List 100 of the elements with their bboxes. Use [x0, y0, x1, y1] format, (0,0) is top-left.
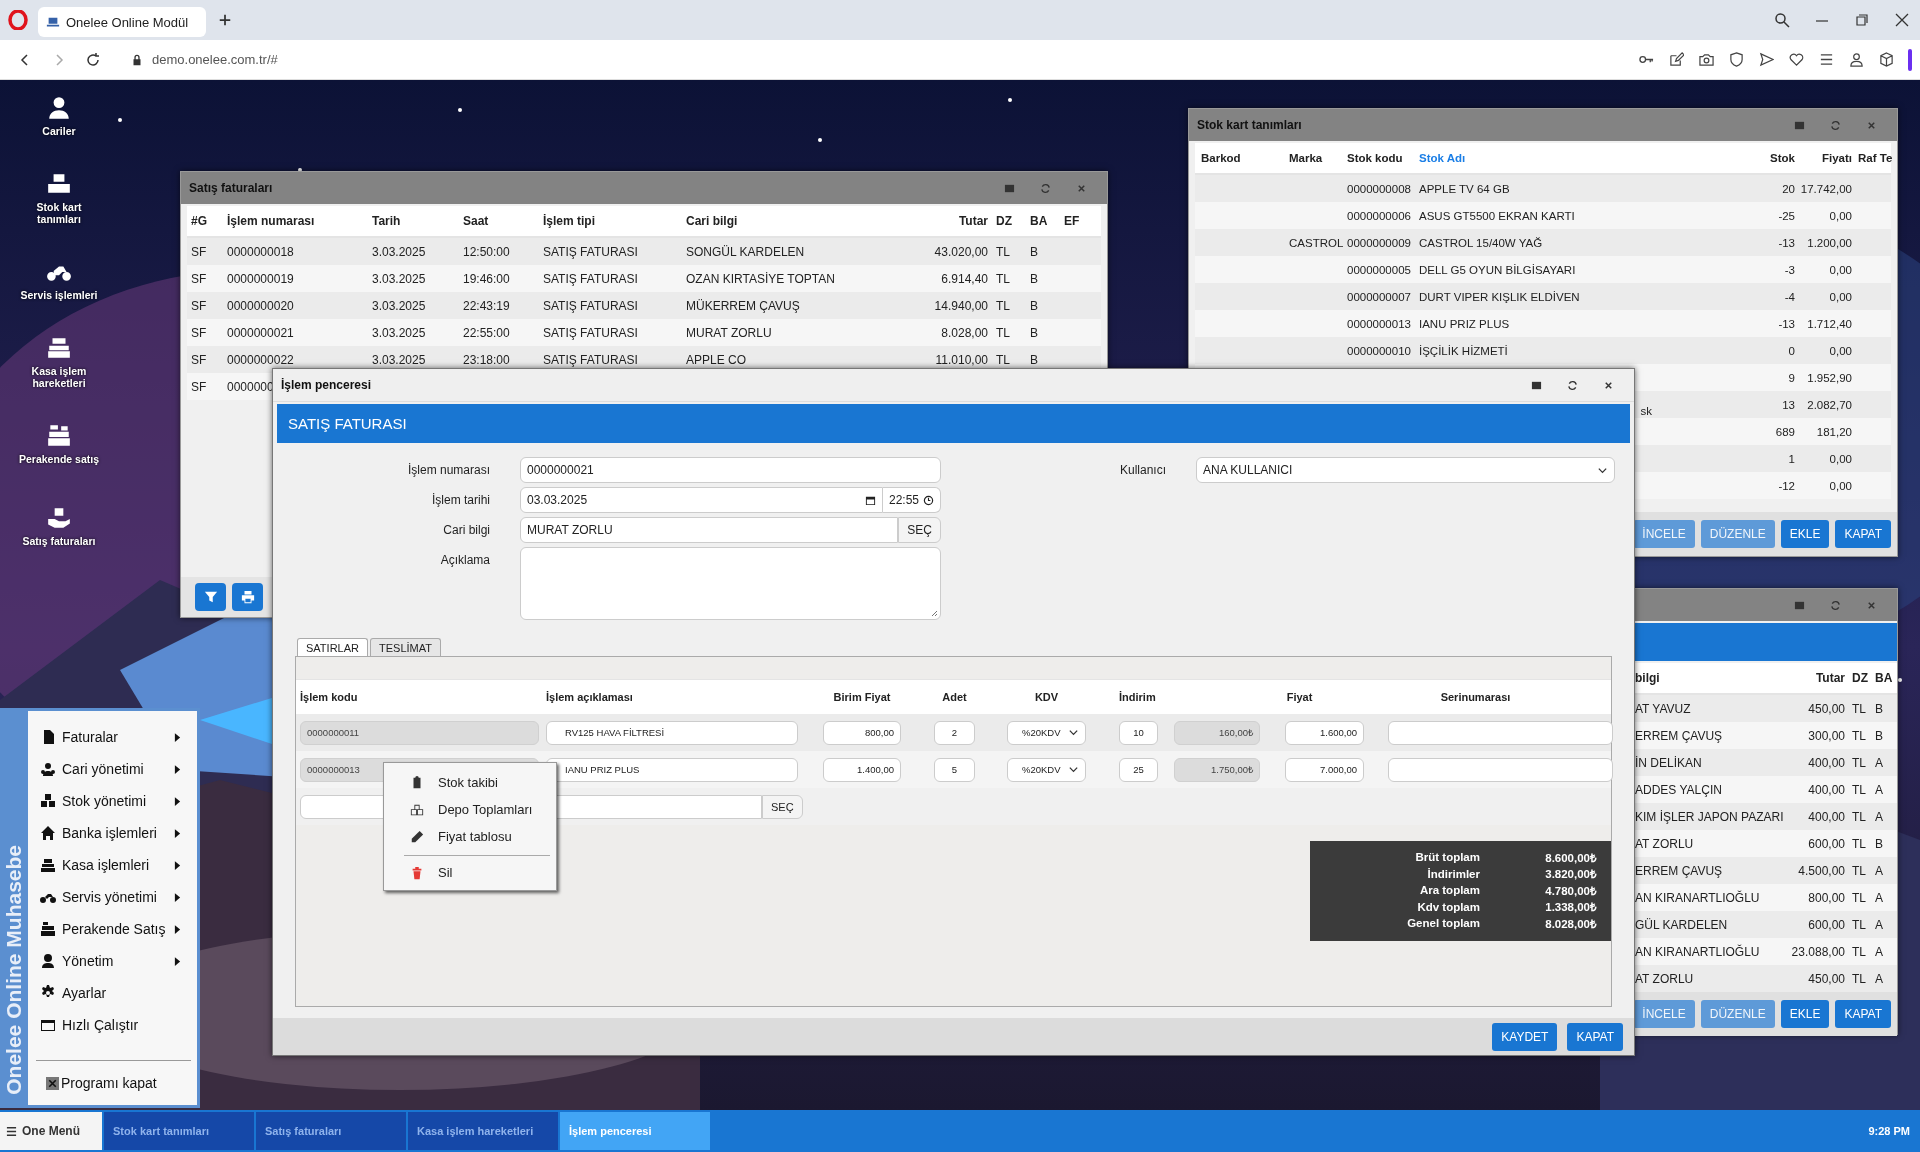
table-cell-text: TL — [1851, 701, 1867, 716]
table-cell: 3.03.2025 — [372, 352, 426, 367]
table-cell: 0,00 — [1829, 344, 1852, 357]
table-cell-text: TL — [1851, 944, 1867, 959]
table-cell-text: TL — [1851, 863, 1867, 878]
table-cell: 0000000009 — [1347, 236, 1411, 249]
table-cell-text: GÜL KARDELEN — [1635, 917, 1729, 932]
table-cell-text: KIM İŞLER JAPON PAZARI — [1635, 809, 1785, 824]
brand-label: Onelee Online Muhasebe — [2, 845, 26, 1095]
column-header: İşlem açıklaması — [546, 691, 634, 703]
table-cell: SF — [191, 379, 207, 394]
table-cell: SATIŞ FATURASI — [543, 271, 638, 286]
table-cell-text: ADDES YALÇIN — [1635, 782, 1723, 797]
table-cell-text: 300,00 — [1807, 728, 1845, 743]
table-cell-text: A — [1875, 890, 1884, 905]
table-cell: 9 — [1788, 371, 1795, 384]
table-cell: 3.03.2025 — [372, 271, 426, 286]
column-header: KDV — [1033, 691, 1060, 703]
table-cell: CASTROL — [1289, 236, 1344, 249]
form-heading: SATIŞ FATURASI — [288, 415, 407, 432]
table-cell: 1.712,40 — [1807, 317, 1852, 330]
table-cell-text: TL — [995, 352, 1010, 367]
table-cell-text: AT ZORLU — [1635, 836, 1695, 851]
field-label: İşlem numarası — [406, 463, 490, 477]
table-cell: SF — [191, 298, 207, 313]
table-cell: 0,00 — [1829, 209, 1852, 222]
table-cell-text: AT ZORLU — [1635, 971, 1695, 986]
table-cell: 3.03.2025 — [372, 298, 426, 313]
total-value: 3.820,00₺ — [1544, 867, 1597, 882]
table-cell-text: 400,00 — [1807, 782, 1845, 797]
table-cell-text: 600,00 — [1807, 836, 1845, 851]
table-cell: B — [1030, 325, 1038, 340]
table-cell: 0000000007 — [1347, 290, 1411, 303]
table-cell-text: AT YAVUZ — [1635, 701, 1692, 716]
table-cell: -13 — [1778, 236, 1795, 249]
table-cell: SF — [191, 271, 207, 286]
table-cell-text: AN KIRANARTLIOĞLU — [1635, 890, 1761, 905]
table-cell: SF — [191, 244, 207, 259]
table-cell: 0000000008 — [1347, 182, 1411, 195]
field-label: Açıklama — [439, 552, 490, 567]
table-cell: 1.200,00 — [1807, 236, 1852, 249]
table-cell-text: TL — [1851, 782, 1867, 797]
total-value: 4.780,00₺ — [1544, 883, 1597, 898]
table-cell-text: AN KIRANARTLIOĞLU — [1635, 944, 1761, 959]
table-cell: B — [1030, 352, 1038, 367]
table-cell-text: B — [1875, 701, 1884, 716]
table-cell: -4 — [1784, 290, 1795, 303]
table-cell-text: ERREM ÇAVUŞ — [1635, 728, 1724, 743]
table-cell-text: 4.500,00 — [1797, 863, 1845, 878]
window-title: Satış faturaları — [189, 181, 273, 195]
table-cell: SATIŞ FATURASI — [543, 298, 638, 313]
window-title: Stok kart tanımları — [1197, 118, 1302, 132]
table-cell-text: TL — [1851, 836, 1867, 851]
table-cell: APPLE CO — [686, 352, 747, 367]
table-cell-text: 400,00 — [1807, 809, 1845, 824]
table-cell: -3 — [1784, 263, 1795, 276]
total-value: 8.028,00₺ — [1544, 916, 1597, 931]
table-cell-text: A — [1875, 971, 1884, 986]
clock: 9:28 PM — [1868, 1125, 1910, 1137]
table-cell: DURT VIPER KIŞLIK ELDİVEN — [1419, 290, 1580, 303]
table-cell: 0,00 — [1829, 263, 1852, 276]
table-cell: -12 — [1778, 479, 1795, 492]
table-cell-text: TL — [1851, 728, 1867, 743]
table-cell-text: 400,00 — [1807, 755, 1845, 770]
table-cell: CASTROL 15/40W YAĞ — [1419, 236, 1543, 249]
table-cell: 0000000 — [227, 379, 274, 394]
table-cell-text: TL — [1851, 917, 1867, 932]
table-cell: SF — [191, 325, 207, 340]
total-label: Genel toplam — [1406, 917, 1480, 930]
table-cell: 17.742,00 — [1800, 182, 1852, 195]
table-cell: 0,00 — [1829, 290, 1852, 303]
table-cell-text: TL — [1851, 971, 1867, 986]
table-cell: MURAT ZORLU — [686, 325, 772, 340]
table-cell: 1.952,90 — [1807, 371, 1852, 384]
table-cell: 0 — [1788, 344, 1795, 357]
total-label: İndirimler — [1426, 867, 1480, 880]
table-cell-text: 450,00 — [1807, 701, 1845, 716]
table-cell-text: TL — [995, 271, 1010, 286]
table-cell: 13 — [1782, 398, 1795, 411]
table-cell: 0,00 — [1829, 479, 1852, 492]
table-cell: 14.940,00 — [934, 298, 988, 313]
table-cell-text: A — [1875, 782, 1884, 797]
table-cell: -25 — [1778, 209, 1795, 222]
table-cell: 0000000021 — [227, 325, 294, 340]
table-cell: B — [1030, 298, 1038, 313]
window-title: İşlem penceresi — [281, 378, 372, 392]
table-cell-text: 600,00 — [1807, 917, 1845, 932]
field-label: Cari bilgi — [442, 523, 490, 537]
table-cell: DELL G5 OYUN BİLGİSAYARI — [1419, 263, 1576, 276]
table-cell-text: ERREM ÇAVUŞ — [1635, 863, 1724, 878]
table-cell: SATIŞ FATURASI — [543, 325, 638, 340]
table-cell: IANU PRIZ PLUS — [1419, 317, 1510, 330]
table-cell: 0000000022 — [227, 352, 294, 367]
table-cell: 0000000005 — [1347, 263, 1411, 276]
table-cell-text: TL — [1851, 755, 1867, 770]
table-cell: 1 — [1788, 452, 1795, 465]
table-cell-text: B — [1875, 836, 1884, 851]
table-cell-text: A — [1875, 944, 1884, 959]
table-cell: sk — [1640, 404, 1652, 417]
table-cell: 181,20 — [1816, 425, 1852, 438]
